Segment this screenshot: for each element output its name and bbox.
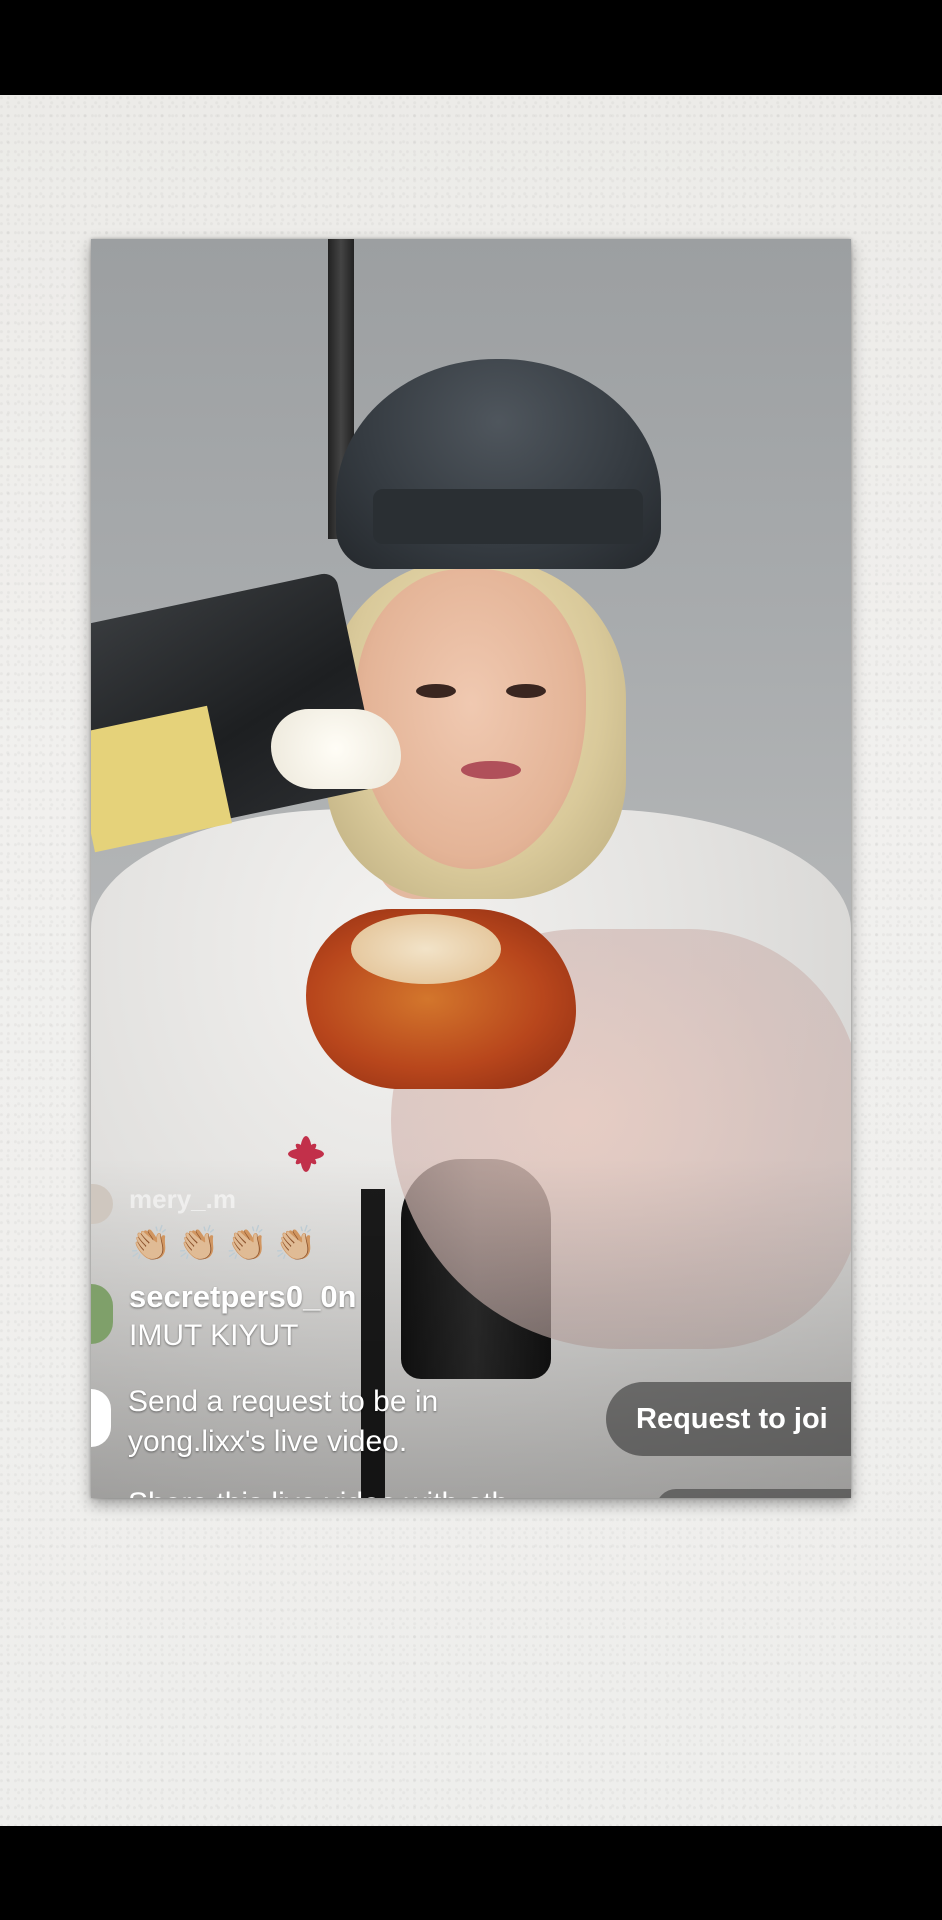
share-prompt-text: Share this live video with oth... xyxy=(128,1487,533,1498)
cheese-topping xyxy=(351,914,501,984)
comment-username[interactable]: secretpers0_0n xyxy=(129,1279,357,1315)
comment-message: IMUT KIYUT xyxy=(129,1319,299,1352)
right-eye xyxy=(506,684,546,698)
cap-strap xyxy=(373,489,643,544)
request-prompt-text: Send a request to be in yong.lixx's live… xyxy=(128,1385,439,1458)
comment-item: mery_.m xyxy=(129,1184,729,1215)
left-eye xyxy=(416,684,456,698)
share-button[interactable] xyxy=(656,1489,851,1498)
live-video-frame[interactable]: mery_.m 👏🏼👏🏼👏🏼👏🏼 secretpers0_0n IMUT KIY… xyxy=(91,239,851,1498)
clap-emojis: 👏🏼👏🏼👏🏼👏🏼 xyxy=(129,1225,323,1263)
bottom-letterbox xyxy=(0,1826,942,1920)
rice-cake xyxy=(271,709,401,789)
request-to-join-button[interactable]: Request to joi xyxy=(606,1382,851,1456)
mouth xyxy=(461,761,521,779)
comment-username[interactable]: mery_.m xyxy=(129,1184,236,1215)
top-letterbox xyxy=(0,0,942,95)
